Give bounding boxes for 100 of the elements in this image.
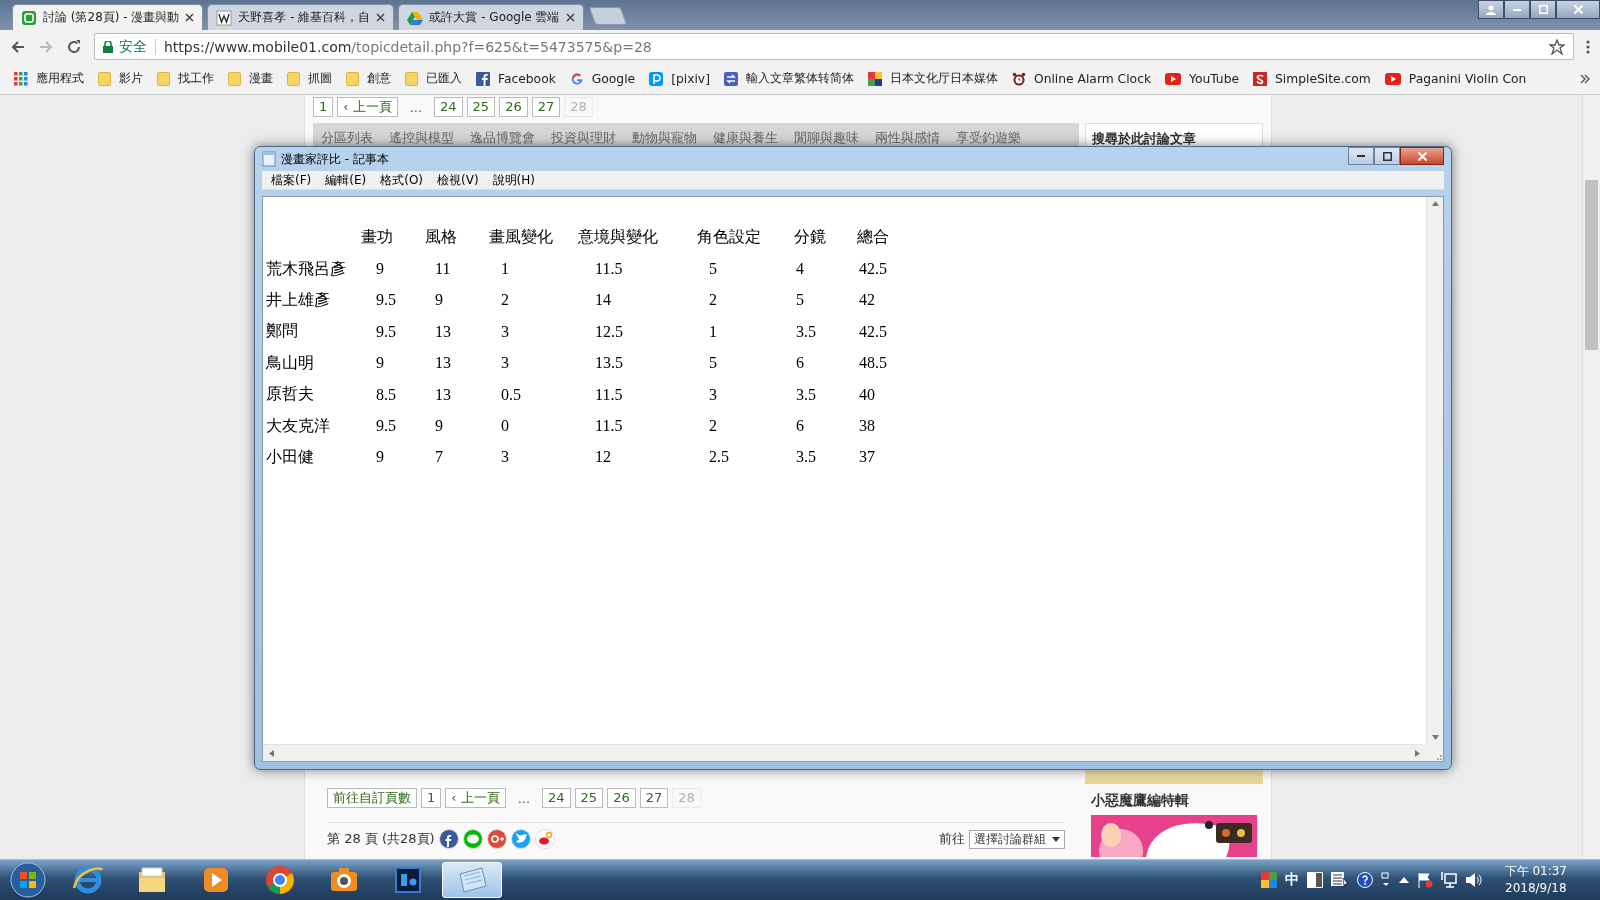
table-cell-text: 9 — [375, 260, 385, 279]
table-cell-text: 3.5 — [795, 448, 817, 467]
bookmark-link[interactable]: 輸入文章繁体转简体 — [723, 70, 854, 87]
bookmark-folder[interactable]: 已匯入 — [405, 70, 462, 87]
folder-icon — [228, 71, 241, 86]
table-cell-text: 3 — [500, 322, 510, 341]
close-button[interactable] — [1556, 0, 1600, 19]
color-swatch-icon[interactable] — [1260, 872, 1277, 888]
bookmark-folder[interactable]: 抓圖 — [287, 70, 332, 87]
scroll-right-icon[interactable] — [1415, 749, 1420, 757]
chevron-icon[interactable] — [1580, 73, 1590, 84]
bookmark-link[interactable]: Paganini Violin Con — [1384, 71, 1527, 86]
page-link[interactable]: ‹ 上一頁 — [337, 97, 398, 117]
folder-icon — [405, 71, 418, 86]
bookmark-folder[interactable]: 漫畫 — [228, 70, 273, 87]
table-cell-text: 6 — [795, 417, 805, 436]
scroll-left-icon[interactable] — [269, 749, 274, 757]
table-cell-text: 13 — [434, 385, 452, 404]
start-icon[interactable] — [10, 862, 46, 898]
play-icon — [1384, 72, 1401, 85]
category-link[interactable]: 閒聊與趣味 — [794, 129, 859, 147]
maximize-button[interactable] — [1374, 147, 1400, 165]
show-hidden-icon[interactable] — [1398, 877, 1409, 883]
menu-item[interactable]: 格式(O) — [373, 171, 431, 189]
bookmark-link[interactable]: [pixiv] — [649, 71, 710, 86]
scroll-up-icon[interactable] — [1431, 201, 1439, 206]
half-square-icon[interactable] — [1306, 872, 1323, 888]
minimize-button[interactable] — [1504, 0, 1530, 19]
page-link[interactable]: 24 — [542, 788, 571, 808]
browser-tab[interactable]: 討論 (第28頁) - 漫畫與動 — [12, 4, 204, 30]
list-icon[interactable] — [1330, 872, 1349, 888]
maximize-button[interactable] — [1530, 0, 1556, 19]
menu-item[interactable]: 說明(H) — [485, 171, 542, 189]
page-link[interactable]: 27 — [639, 788, 669, 808]
bookmark-link[interactable]: Facebook — [476, 71, 556, 86]
close-icon[interactable] — [566, 13, 576, 22]
table-cell-text: 37 — [858, 448, 876, 467]
browser-tab[interactable]: 天野喜孝 - 維基百科，自 — [207, 4, 395, 30]
table-cell-text: 9 — [434, 417, 444, 436]
menu-item[interactable]: 檔案(F) — [264, 171, 319, 189]
bookmark-link[interactable]: YouTube — [1165, 71, 1240, 86]
bird-icon[interactable] — [510, 829, 531, 849]
back-icon[interactable] — [10, 38, 26, 55]
table-cell-text: 7 — [434, 448, 444, 467]
table-cell-text: 42 — [858, 291, 876, 310]
bookmark-link[interactable]: Online Alarm Clock — [1011, 71, 1152, 86]
group-dropdown[interactable]: 選擇討論群組 — [969, 829, 1065, 849]
facebook-icon[interactable] — [438, 829, 459, 849]
close-button[interactable] — [1400, 147, 1444, 165]
category-link[interactable]: 享受釣遊樂 — [956, 129, 1021, 147]
page-link[interactable]: 1 — [421, 788, 442, 808]
bookmark-link[interactable]: 應用程式 — [14, 70, 84, 87]
help-icon[interactable] — [1356, 872, 1373, 888]
row-header: 鄭問 — [266, 321, 299, 342]
google-plus-icon[interactable] — [486, 829, 507, 849]
page-link[interactable]: 26 — [607, 788, 636, 808]
bookmark-folder[interactable]: 影片 — [98, 70, 143, 87]
page-link[interactable]: 25 — [574, 788, 604, 808]
menu-item[interactable]: 編輯(E) — [318, 171, 374, 189]
profile-button[interactable] — [1478, 0, 1504, 19]
close-icon[interactable] — [185, 13, 195, 22]
page-link[interactable]: 1 — [313, 97, 334, 117]
page-link[interactable]: 前往自訂頁數 — [327, 788, 417, 808]
category-link[interactable]: 健康與養生 — [713, 129, 778, 147]
category-link[interactable]: 分區列表 — [321, 129, 373, 147]
new-tab-button[interactable] — [589, 7, 628, 25]
page-link[interactable]: 27 — [531, 97, 561, 117]
bookmark-link[interactable]: Google — [569, 71, 636, 86]
menu-icon[interactable] — [1586, 38, 1590, 55]
weibo-icon[interactable] — [534, 829, 555, 849]
minimize-icon — [1357, 155, 1365, 157]
category-link[interactable]: 投資與理財 — [551, 129, 616, 147]
category-link[interactable]: 遙控與模型 — [389, 129, 454, 147]
browser-tab[interactable]: 或許大賞 - Google 雲端 — [398, 4, 585, 30]
minimize-button[interactable] — [1348, 147, 1374, 165]
page-link[interactable]: 26 — [499, 97, 528, 117]
clock[interactable]: 下午 01:37 2018/9/18 — [1504, 863, 1567, 897]
bookmark-folder[interactable]: 找工作 — [157, 70, 214, 87]
flag-icon[interactable] — [1416, 872, 1433, 888]
bookmark-link[interactable]: 日本文化厅日本媒体 — [867, 70, 998, 87]
page-link[interactable]: ‹ 上一頁 — [445, 788, 506, 808]
speaker-icon[interactable] — [1464, 872, 1483, 888]
page-link[interactable]: 24 — [434, 97, 463, 117]
scroll-thumb[interactable] — [1585, 180, 1598, 350]
star-icon[interactable] — [1549, 38, 1565, 55]
category-link[interactable]: 動物與寵物 — [632, 129, 697, 147]
network-icon[interactable] — [1440, 872, 1457, 888]
promo-title: 小惡魔鷹編特輯 — [1090, 791, 1190, 810]
menu-item[interactable]: 檢視(V) — [430, 171, 486, 189]
page-link[interactable]: 25 — [466, 97, 496, 117]
bookmark-folder[interactable]: 創意 — [346, 70, 391, 87]
address-field[interactable]: 安全 https://www.mobile01.com/topicdetail.php?f=625&t=5473575&p=28 — [94, 33, 1574, 60]
input-method-indicator[interactable]: 中 — [1284, 871, 1299, 889]
restore-window-icon[interactable] — [1380, 872, 1391, 888]
category-link[interactable]: 兩性與感情 — [875, 129, 940, 147]
reload-icon[interactable] — [66, 38, 82, 55]
scroll-down-icon[interactable] — [1431, 735, 1439, 740]
close-icon[interactable] — [376, 13, 386, 22]
bookmark-link[interactable]: SimpleSite.com — [1253, 71, 1371, 86]
category-link[interactable]: 逸品博覽會 — [470, 129, 535, 147]
